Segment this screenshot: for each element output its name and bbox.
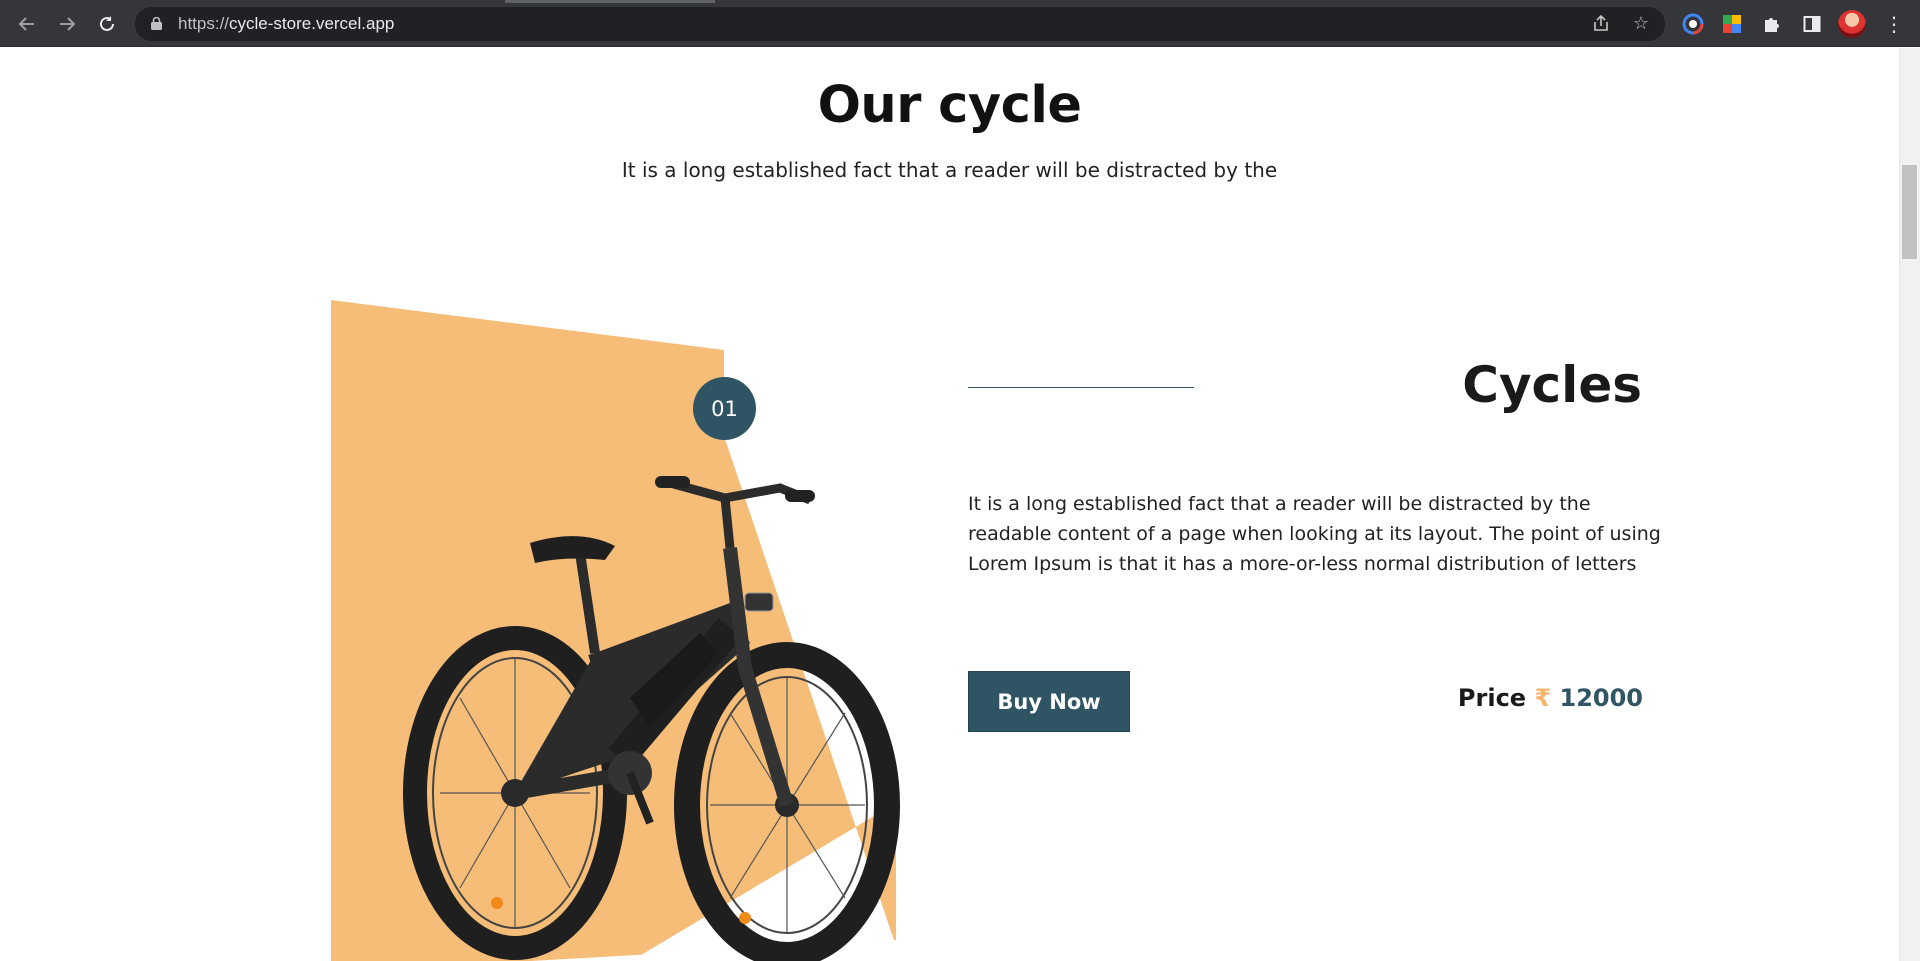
buy-now-button[interactable]: Buy Now [968,671,1130,732]
section-subtitle: It is a long established fact that a rea… [621,158,1278,182]
url-host: cycle-store.vercel.app [229,14,395,33]
price-label: Price [1457,684,1527,712]
back-icon[interactable] [12,9,42,39]
bookmark-star-icon[interactable]: ☆ [1631,14,1651,34]
lock-icon [151,17,162,30]
more-menu-icon[interactable]: ⋮ [1884,11,1904,37]
product-index-badge: 01 [693,377,756,440]
price-amount: 12000 [1559,684,1644,712]
product-title: Cycles [1462,356,1642,414]
active-tab-indicator [505,0,715,3]
reload-icon[interactable] [92,9,122,39]
side-panel-icon[interactable] [1799,11,1825,37]
title-divider-line [968,387,1194,388]
share-icon[interactable] [1591,14,1611,34]
address-bar[interactable]: https://cycle-store.vercel.app ☆ [135,7,1665,41]
color-picker-extension-icon[interactable] [1680,11,1706,37]
extension-icon[interactable] [1719,11,1745,37]
product-description: It is a long established fact that a rea… [968,493,1661,575]
page-content: Our cycle It is a long established fact … [0,48,1899,961]
browser-toolbar: https://cycle-store.vercel.app ☆ ⋮ [0,0,1920,47]
product-price: Price ₹ 12000 [1300,684,1643,712]
scrollbar-thumb[interactable] [1902,165,1917,259]
electric-bike-image [403,476,900,961]
url-scheme: https:// [178,14,230,33]
section-title: Our cycle [817,76,1082,135]
currency-symbol: ₹ [1534,684,1552,712]
puzzle-extensions-icon[interactable] [1759,11,1785,37]
profile-avatar[interactable] [1838,10,1866,38]
url-text: https://cycle-store.vercel.app [178,14,394,34]
forward-icon[interactable] [52,9,82,39]
